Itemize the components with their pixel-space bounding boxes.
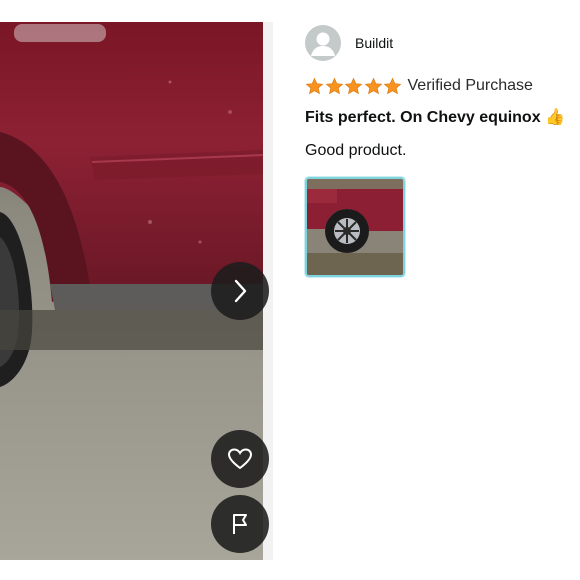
review-image-thumbnail[interactable] <box>305 177 405 277</box>
chevron-right-icon <box>234 279 247 303</box>
default-user-avatar-icon <box>305 25 341 61</box>
verified-purchase-badge: Verified Purchase <box>407 77 533 94</box>
review-title: Fits perfect. On Chevy equinox 👍 <box>305 109 565 126</box>
star-rating <box>305 77 403 96</box>
reviewer-row: Buildit <box>305 24 580 62</box>
rating-row: Verified Purchase <box>305 74 580 98</box>
next-image-button[interactable] <box>211 262 269 320</box>
star-icon <box>383 77 402 94</box>
star-icon <box>344 77 363 94</box>
helpful-heart-button[interactable] <box>211 430 269 488</box>
flag-icon <box>233 514 247 534</box>
report-button[interactable] <box>211 495 269 553</box>
review-panel: Buildit Verified Purchase Fits perfect. … <box>305 24 580 277</box>
star-icon <box>325 77 343 94</box>
review-body: Good product. <box>305 142 407 159</box>
heart-icon <box>227 448 253 470</box>
star-icon <box>305 77 324 94</box>
car-wheel-thumbnail-icon <box>307 179 403 275</box>
reviewer-name[interactable]: Buildit <box>355 35 393 51</box>
avatar[interactable] <box>305 25 341 61</box>
star-icon <box>364 77 382 94</box>
